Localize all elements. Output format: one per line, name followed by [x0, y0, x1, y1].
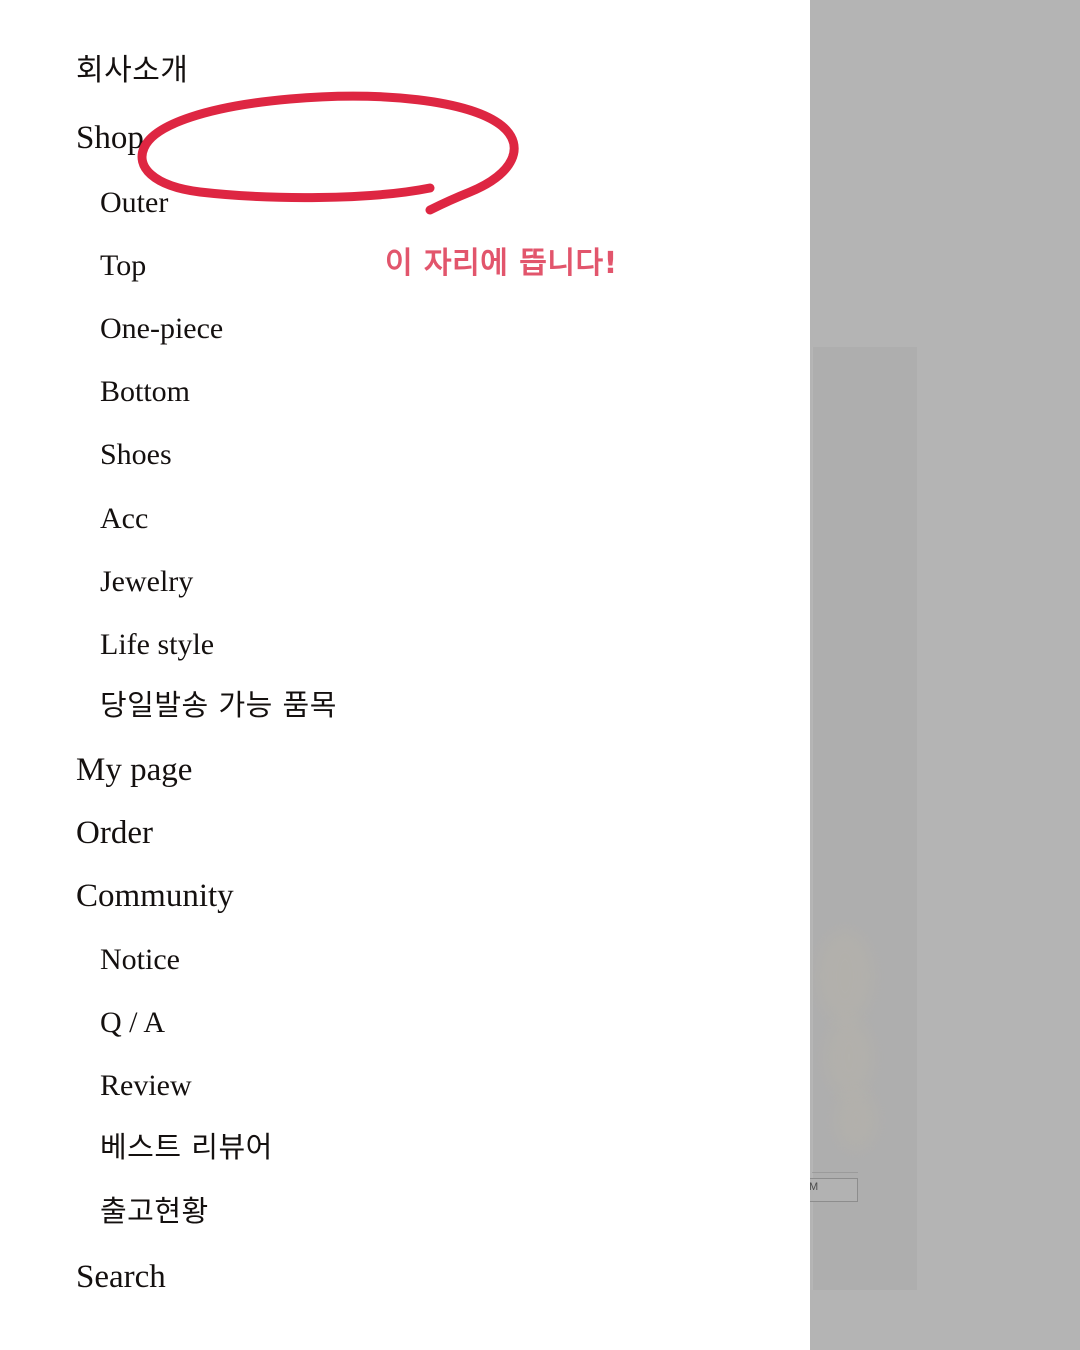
menu-item-19[interactable]: Search	[76, 1261, 166, 1294]
menu-item-10[interactable]: 당일발송 가능 품목	[100, 691, 337, 720]
background-product-image	[836, 1090, 876, 1150]
background-product-image	[818, 930, 872, 1022]
menu-item-4[interactable]: One-piece	[100, 314, 223, 344]
menu-item-8[interactable]: Jewelry	[100, 567, 193, 597]
menu-item-15[interactable]: Q / A	[100, 1008, 165, 1038]
menu-item-16[interactable]: Review	[100, 1071, 192, 1101]
background-page-panel	[812, 347, 917, 1290]
background-product-image	[826, 1018, 872, 1096]
background-divider	[812, 1172, 858, 1173]
menu-item-6[interactable]: Shoes	[100, 440, 172, 470]
menu-item-5[interactable]: Bottom	[100, 377, 190, 407]
menu-item-17[interactable]: 베스트 리뷰어	[100, 1133, 273, 1162]
mobile-menu: 회사소개 Shop Outer Top One-piece Bottom Shoes Acc J…	[0, 0, 810, 1350]
menu-item-14[interactable]: Notice	[100, 945, 180, 975]
screenshot-root: M 회사소개 Shop Outer Top One-piece Bottom Shoes Ac…	[0, 0, 1080, 1350]
menu-item-7[interactable]: Acc	[100, 504, 148, 534]
menu-item-2[interactable]: Outer	[100, 188, 168, 218]
menu-item-18[interactable]: 출고현황	[100, 1197, 209, 1226]
menu-item-11[interactable]: My page	[76, 754, 192, 787]
annotation-label: 이 자리에 뜹니다!	[385, 246, 618, 281]
menu-item-9[interactable]: Life style	[100, 630, 214, 660]
background-size-input-value: M	[809, 1181, 818, 1193]
menu-item-13[interactable]: Community	[76, 880, 234, 913]
menu-item-0[interactable]: 회사소개	[76, 56, 188, 86]
menu-item-3[interactable]: Top	[100, 251, 146, 281]
menu-item-12[interactable]: Order	[76, 817, 153, 850]
menu-item-1[interactable]: Shop	[76, 122, 144, 155]
